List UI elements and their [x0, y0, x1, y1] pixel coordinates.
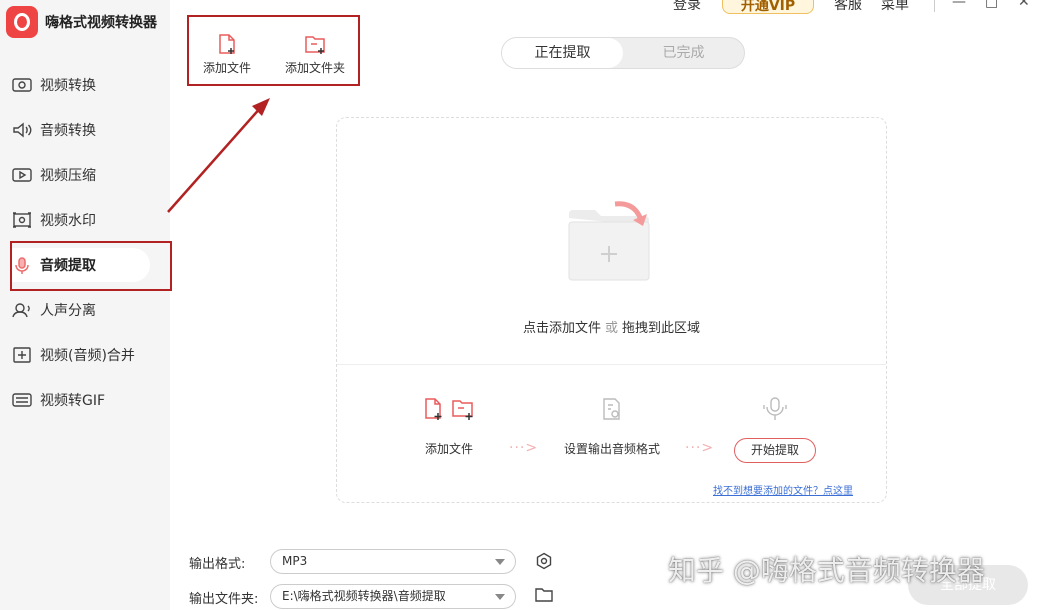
- add-file-button[interactable]: 添加文件: [201, 17, 253, 84]
- vip-button[interactable]: 开通VIP: [722, 0, 814, 14]
- step-arrow-icon: ···>: [685, 440, 715, 456]
- video-compress-icon: [12, 167, 32, 183]
- help-link[interactable]: 找不到想要添加的文件？点这里: [713, 482, 853, 497]
- open-folder-icon[interactable]: [535, 587, 553, 605]
- add-file-label: 添加文件: [202, 61, 251, 75]
- app-logo-icon: [6, 6, 38, 38]
- sidebar-item-label: 视频转GIF: [40, 393, 106, 409]
- merge-icon: [12, 347, 32, 363]
- login-link[interactable]: 登录: [673, 0, 701, 14]
- audio-format-settings-icon: [601, 397, 623, 425]
- add-file-icon: [216, 33, 238, 55]
- add-file-icon: [423, 397, 445, 425]
- vocal-separate-icon: [12, 302, 32, 318]
- service-link[interactable]: 客服: [834, 0, 862, 14]
- chevron-down-icon: [495, 559, 505, 565]
- sidebar-item-vocal-separate[interactable]: 人声分离: [12, 293, 150, 327]
- sidebar-item-video-watermark[interactable]: 视频水印: [12, 203, 150, 237]
- sidebar: 嗨格式视频转换器 视频转换 音频转换 视频压缩 视频水印 音频提取 人声分离 视: [0, 0, 170, 610]
- output-folder-value: E:\嗨格式视频转换器\音频提取: [282, 589, 446, 603]
- output-format-value: MP3: [282, 554, 308, 568]
- menu-link[interactable]: 菜单: [881, 0, 909, 14]
- sidebar-item-video-convert[interactable]: 视频转换: [12, 68, 150, 102]
- sidebar-item-label: 视频转换: [40, 78, 96, 94]
- sidebar-item-video-compress[interactable]: 视频压缩: [12, 158, 150, 192]
- audio-convert-icon: [12, 122, 32, 138]
- sidebar-item-label: 人声分离: [40, 303, 96, 319]
- add-folder-button[interactable]: 添加文件夹: [283, 17, 347, 84]
- gif-icon: [12, 392, 32, 408]
- folder-illustration-icon: [568, 201, 650, 281]
- video-watermark-icon: [12, 212, 32, 228]
- minimize-button[interactable]: —: [952, 0, 966, 10]
- video-convert-icon: [12, 77, 32, 93]
- format-settings-icon[interactable]: [535, 552, 553, 570]
- sidebar-item-gif[interactable]: 视频转GIF: [12, 383, 150, 417]
- output-format-label: 输出格式:: [189, 557, 246, 572]
- or-text: 或: [604, 321, 618, 336]
- add-folder-label: 添加文件夹: [284, 61, 345, 75]
- annotation-highlight-audio-extract: [10, 241, 172, 291]
- step-arrow-icon: ···>: [509, 440, 539, 456]
- step-add-file: 添加文件: [407, 396, 491, 457]
- sidebar-item-audio-convert[interactable]: 音频转换: [12, 113, 150, 147]
- chevron-down-icon: [495, 594, 505, 600]
- drop-zone-divider: [337, 364, 886, 365]
- step-set-format: 设置输出音频格式: [559, 396, 665, 457]
- sidebar-item-label: 视频(音频)合并: [40, 348, 135, 364]
- output-folder-label: 输出文件夹:: [189, 592, 259, 607]
- maximize-button[interactable]: □: [985, 0, 998, 10]
- step-set-format-label: 设置输出音频格式: [563, 442, 660, 456]
- add-folder-icon: [451, 397, 475, 425]
- step-start: [753, 396, 797, 426]
- sidebar-item-label: 视频压缩: [40, 168, 96, 184]
- output-folder-select[interactable]: E:\嗨格式视频转换器\音频提取: [270, 584, 516, 609]
- watermark: 知乎 @嗨格式音频转换器: [668, 554, 985, 587]
- tab-completed[interactable]: 已完成: [623, 38, 744, 68]
- tab-extracting[interactable]: 正在提取: [502, 38, 623, 68]
- click-add-text[interactable]: 点击添加文件: [523, 321, 601, 336]
- sidebar-item-label: 音频转换: [40, 123, 96, 139]
- drag-here-text: 拖拽到此区域: [622, 321, 701, 336]
- toolbar-highlight: 添加文件 添加文件夹: [187, 15, 360, 86]
- sidebar-item-merge[interactable]: 视频(音频)合并: [12, 338, 150, 372]
- app-title: 嗨格式视频转换器: [45, 15, 157, 31]
- header-divider: [934, 0, 935, 12]
- drop-zone-hint: 点击添加文件或拖拽到此区域: [337, 317, 886, 336]
- close-button[interactable]: ✕: [1018, 0, 1030, 10]
- output-format-select[interactable]: MP3: [270, 549, 516, 574]
- start-extract-button[interactable]: 开始提取: [734, 438, 816, 463]
- drop-zone[interactable]: 点击添加文件或拖拽到此区域 添加文件 ···> 设置输出音频格式 ···> 开始…: [336, 117, 887, 503]
- status-tabs: 正在提取 已完成: [501, 37, 745, 69]
- add-folder-icon: [304, 33, 326, 55]
- microphone-icon: [762, 396, 788, 426]
- step-add-file-label: 添加文件: [424, 442, 473, 456]
- sidebar-item-label: 视频水印: [40, 213, 96, 229]
